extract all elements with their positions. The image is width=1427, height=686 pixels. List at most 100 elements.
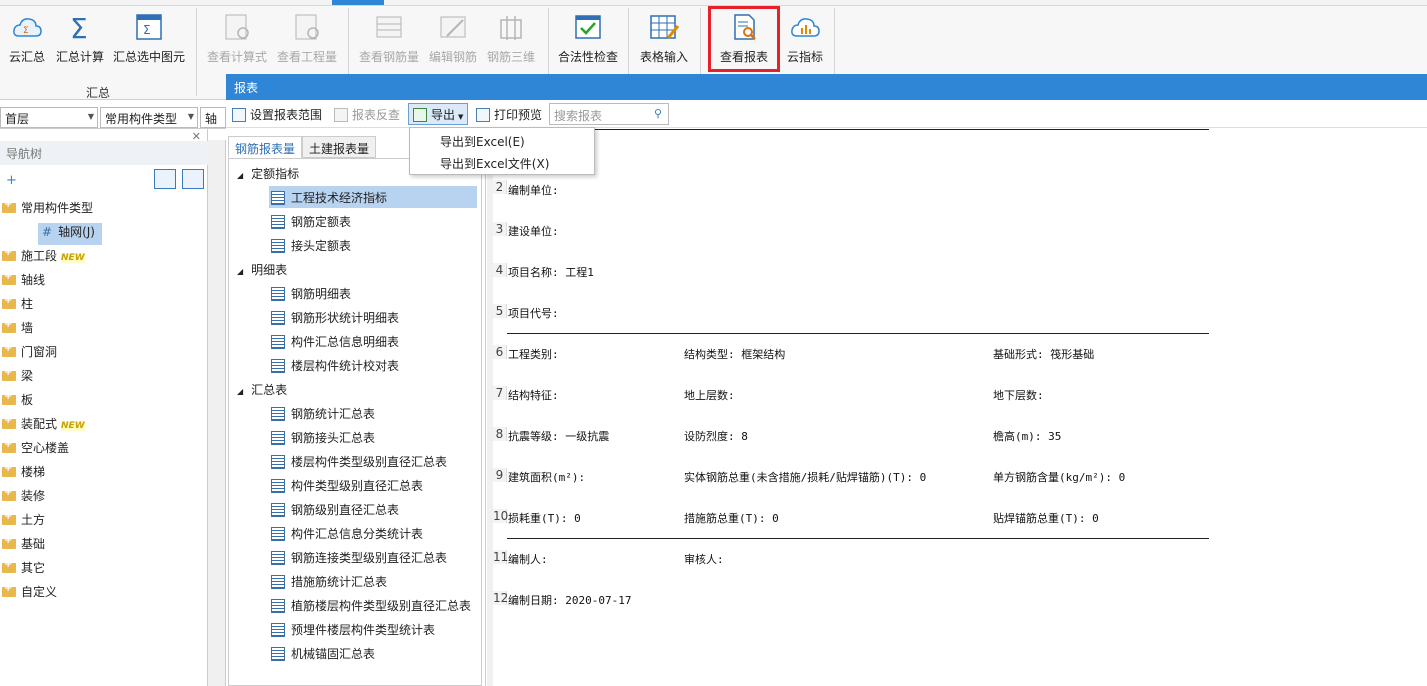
sum-selected-button[interactable]: Σ 汇总选中图元 (112, 10, 186, 72)
tree-item[interactable]: 钢筋统计汇总表 (269, 402, 477, 424)
legality-check-button[interactable]: 合法性检查 (556, 10, 620, 72)
tree-item[interactable]: 接头定额表 (269, 234, 477, 256)
nav-item[interactable]: 门窗洞 (2, 343, 57, 365)
axis-select[interactable]: 轴网 (200, 107, 226, 128)
print-preview-button[interactable]: 打印预览 (476, 104, 542, 124)
nav-item[interactable]: 其它 (2, 559, 45, 581)
check-icon (572, 12, 604, 42)
view-formula-button[interactable]: 查看计算式 (206, 10, 268, 72)
menu-item-export-excel[interactable]: 导出到Excel(E) (440, 133, 525, 150)
folder-icon (2, 343, 16, 357)
report-cell: 实体钢筋总重(未含措施/损耗/贴焊锚筋)(T): 0 (684, 471, 927, 484)
table-input-button[interactable]: 表格输入 (636, 10, 692, 72)
collapse-triangle-icon[interactable]: ◢ (237, 171, 243, 180)
report-search-input[interactable]: 搜索报表 ⚲ (549, 103, 669, 125)
tree-item[interactable]: 工程技术经济指标 (269, 186, 477, 208)
list-view-icon[interactable] (154, 169, 176, 189)
folder-icon (2, 199, 16, 213)
tree-section[interactable]: ◢ 定额指标 (237, 165, 299, 182)
floor-select[interactable]: 首层 ▼ (0, 107, 98, 128)
tab-rebar-report[interactable]: 钢筋报表量 (228, 136, 303, 158)
view-quantity-label: 查看工程量 (276, 50, 337, 64)
tree-item[interactable]: 构件类型级别直径汇总表 (269, 474, 477, 496)
folder-icon (2, 487, 16, 501)
reverse-lookup-button[interactable]: 报表反查 (334, 104, 400, 124)
component-type-select[interactable]: 常用构件类型 ▼ (100, 107, 198, 128)
nav-item-label: 轴网(J) (58, 225, 95, 239)
detail-view-icon[interactable] (182, 169, 204, 189)
sum-calc-label: 汇总计算 (55, 50, 104, 64)
tree-item[interactable]: 钢筋级别直径汇总表 (269, 498, 477, 520)
tree-section-label: 明细表 (251, 263, 288, 277)
collapse-triangle-icon[interactable]: ◢ (237, 267, 243, 276)
tree-item[interactable]: 钢筋接头汇总表 (269, 426, 477, 448)
nav-item[interactable]: 梁 (2, 367, 33, 389)
legality-check-label: 合法性检查 (557, 50, 618, 64)
tree-section[interactable]: ◢ 明细表 (237, 261, 287, 278)
row-number: 12 (493, 591, 509, 605)
tree-item[interactable]: 钢筋定额表 (269, 210, 477, 232)
report-cell: 编制日期: 2020-07-17 (508, 594, 632, 607)
cloud-index-button[interactable]: 云指标 (782, 10, 828, 72)
nav-item[interactable]: 板 (2, 391, 33, 413)
report-toolbar: 设置报表范围 报表反查 导出 ▼ 打印预览 搜索报表 ⚲ (226, 100, 1427, 128)
nav-item[interactable]: 柱 (2, 295, 33, 317)
nav-item[interactable]: 装修 (2, 487, 45, 509)
nav-item[interactable]: 自定义 (2, 583, 57, 605)
tree-item[interactable]: 钢筋形状统计明细表 (269, 306, 477, 328)
row-number: 3 (493, 222, 507, 236)
set-range-button[interactable]: 设置报表范围 (232, 104, 322, 124)
tree-item-label: 楼层构件类型级别直径汇总表 (291, 455, 448, 469)
nav-item[interactable]: 基础 (2, 535, 45, 557)
nav-item[interactable]: 墙 (2, 319, 33, 341)
nav-item[interactable]: 空心楼盖 (2, 439, 69, 461)
edit-rebar-button[interactable]: 编辑钢筋 (428, 10, 478, 72)
report-cell: 抗震等级: 一级抗震 (508, 430, 610, 443)
report-doc-icon (271, 431, 285, 445)
tree-item-label: 钢筋定额表 (291, 215, 352, 229)
row-number: 5 (493, 304, 507, 318)
nav-item[interactable]: 装配式NEW (2, 415, 85, 437)
tree-section[interactable]: ◢ 汇总表 (237, 381, 287, 398)
sum-calc-button[interactable]: Σ 汇总计算 (54, 10, 106, 72)
cloud-sum-icon: Σ (11, 12, 43, 42)
export-button[interactable]: 导出 ▼ (408, 103, 469, 125)
tree-item[interactable]: 机械锚固汇总表 (269, 642, 477, 664)
tree-item[interactable]: 措施筋统计汇总表 (269, 570, 477, 592)
report-rule (507, 333, 1209, 334)
tree-item[interactable]: 钢筋明细表 (269, 282, 477, 304)
report-cell: 基础形式: 筏形基础 (993, 348, 1095, 361)
tree-item[interactable]: 植筋楼层构件类型级别直径汇总表 (269, 594, 477, 616)
cloud-sum-label: 云汇总 (8, 50, 45, 64)
print-preview-icon (476, 108, 490, 122)
view-quantity-button[interactable]: 查看工程量 (276, 10, 338, 72)
rebar-3d-button[interactable]: 钢筋三维 (486, 10, 536, 72)
tree-item[interactable]: 楼层构件类型级别直径汇总表 (269, 450, 477, 472)
view-rebar-button[interactable]: 查看钢筋量 (358, 10, 420, 72)
tree-item-label: 构件汇总信息明细表 (291, 335, 400, 349)
nav-item[interactable]: 轴线 (2, 271, 45, 293)
tree-item[interactable]: 构件汇总信息明细表 (269, 330, 477, 352)
cloud-index-label: 云指标 (786, 50, 823, 64)
tree-item[interactable]: 预埋件楼层构件类型统计表 (269, 618, 477, 640)
tab-civil-report[interactable]: 土建报表量 (302, 136, 377, 158)
report-window-title: 报表 (226, 74, 1427, 100)
menu-item-export-excel-file[interactable]: 导出到Excel文件(X) (440, 155, 549, 172)
tree-item[interactable]: 钢筋连接类型级别直径汇总表 (269, 546, 477, 568)
tree-item[interactable]: 构件汇总信息分类统计表 (269, 522, 477, 544)
report-cell: 建设单位: (508, 225, 559, 238)
new-badge: NEW (61, 421, 85, 431)
nav-item-axis-grid[interactable]: # 轴网(J) (38, 223, 102, 245)
report-title-text: 报表 (234, 81, 259, 95)
cloud-sum-button[interactable]: Σ 云汇总 (4, 10, 50, 72)
export-icon (413, 108, 427, 122)
svg-text:Σ: Σ (70, 12, 88, 42)
nav-item[interactable]: 施工段NEW (2, 247, 85, 269)
collapse-triangle-icon[interactable]: ◢ (237, 387, 243, 396)
nav-item[interactable]: 楼梯 (2, 463, 45, 485)
add-icon[interactable]: + (6, 173, 17, 188)
tree-item[interactable]: 楼层构件统计校对表 (269, 354, 477, 376)
nav-item[interactable]: 土方 (2, 511, 45, 533)
nav-item[interactable]: 常用构件类型 (2, 199, 93, 221)
search-icon[interactable]: ⚲ (654, 107, 662, 120)
